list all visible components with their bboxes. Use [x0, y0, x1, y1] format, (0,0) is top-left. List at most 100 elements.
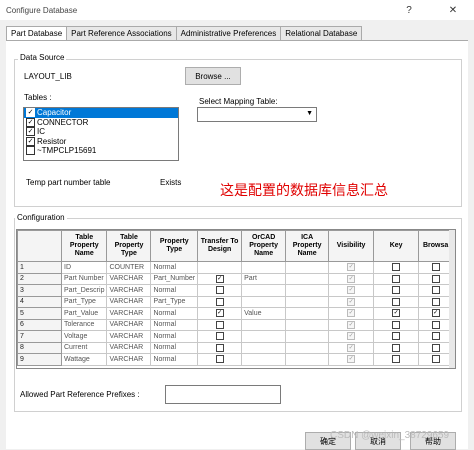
- tab-1[interactable]: Part Reference Associations: [66, 26, 177, 40]
- tables-listbox[interactable]: ✓ Capacitor ✓ CONNECTOR ✓ IC ✓ Resistor ~TMPCLP1…: [23, 107, 179, 161]
- column-header[interactable]: Property Type: [150, 230, 199, 262]
- column-header[interactable]: Visibility: [328, 230, 375, 262]
- table-cell[interactable]: Part: [241, 272, 287, 285]
- browse-button[interactable]: Browse ...: [185, 67, 241, 85]
- table-checkbox[interactable]: ✓: [26, 117, 35, 127]
- help-title-button[interactable]: ?: [396, 0, 422, 20]
- table-cell[interactable]: [418, 353, 454, 366]
- table-cell[interactable]: Normal: [150, 330, 199, 343]
- table-cell[interactable]: ✓: [328, 284, 375, 297]
- table-list-item[interactable]: ✓ Capacitor: [24, 108, 178, 118]
- table-cell[interactable]: [285, 330, 330, 343]
- table-row[interactable]: 2 Part Number VARCHAR Part_Number ✓ Part ✓: [17, 272, 454, 285]
- table-cell[interactable]: [418, 330, 454, 343]
- table-cell[interactable]: ✓: [328, 318, 375, 331]
- grid-checkbox[interactable]: ✓: [347, 343, 356, 352]
- table-cell[interactable]: [418, 318, 454, 331]
- table-cell[interactable]: ✓: [328, 330, 375, 343]
- table-cell[interactable]: [197, 353, 243, 366]
- table-cell[interactable]: [373, 341, 420, 354]
- column-header[interactable]: Key: [373, 230, 420, 262]
- grid-checkbox[interactable]: [215, 355, 224, 364]
- table-cell[interactable]: Part_Type: [60, 295, 108, 308]
- table-cell[interactable]: [197, 341, 243, 354]
- table-cell[interactable]: COUNTER: [106, 261, 152, 274]
- grid-checkbox[interactable]: [392, 263, 401, 272]
- table-cell[interactable]: [285, 295, 330, 308]
- grid-checkbox[interactable]: ✓: [215, 274, 224, 283]
- table-checkbox[interactable]: ✓: [26, 108, 35, 118]
- table-cell[interactable]: VARCHAR: [106, 341, 152, 354]
- grid-checkbox[interactable]: [215, 332, 224, 341]
- table-cell[interactable]: 5: [17, 307, 62, 320]
- table-cell[interactable]: [285, 318, 330, 331]
- table-cell[interactable]: ✓: [197, 307, 243, 320]
- column-header[interactable]: Browsa: [418, 230, 454, 262]
- grid-checkbox[interactable]: [392, 355, 401, 364]
- table-cell[interactable]: ID: [60, 261, 108, 274]
- table-cell[interactable]: Normal: [150, 307, 199, 320]
- table-cell[interactable]: 9: [17, 353, 62, 366]
- table-cell[interactable]: [418, 284, 454, 297]
- table-cell[interactable]: ✓: [328, 353, 375, 366]
- table-cell[interactable]: [418, 272, 454, 285]
- table-cell[interactable]: VARCHAR: [106, 295, 152, 308]
- grid-checkbox[interactable]: [392, 332, 401, 341]
- grid-checkbox[interactable]: [431, 274, 440, 283]
- mapping-table-select[interactable]: ▼: [197, 107, 317, 122]
- table-cell[interactable]: ✓: [328, 295, 375, 308]
- table-row[interactable]: 8 Current VARCHAR Normal ✓: [17, 341, 454, 354]
- table-cell[interactable]: ✓: [328, 261, 375, 274]
- table-checkbox[interactable]: ✓: [26, 136, 35, 146]
- grid-checkbox[interactable]: [431, 332, 440, 341]
- table-list-item[interactable]: ~TMPCLP15691: [24, 146, 178, 156]
- table-cell[interactable]: ✓: [328, 307, 375, 320]
- table-cell[interactable]: [285, 341, 330, 354]
- grid-scrollbar[interactable]: [449, 230, 455, 368]
- table-list-item[interactable]: ✓ CONNECTOR: [24, 117, 178, 128]
- grid-checkbox[interactable]: [431, 297, 440, 306]
- grid-checkbox[interactable]: [392, 297, 401, 306]
- table-cell[interactable]: [241, 341, 287, 354]
- grid-checkbox[interactable]: ✓: [347, 263, 356, 272]
- column-header[interactable]: Table Property Name: [60, 230, 108, 262]
- table-cell[interactable]: [197, 295, 243, 308]
- close-icon[interactable]: ✕: [440, 0, 466, 20]
- table-row[interactable]: 5 Part_Value VARCHAR Normal ✓ Value ✓ ✓ ✓: [17, 307, 454, 320]
- table-cell[interactable]: [241, 261, 287, 274]
- table-cell[interactable]: [285, 272, 330, 285]
- tab-3[interactable]: Relational Database: [280, 26, 363, 40]
- grid-checkbox[interactable]: [392, 343, 401, 352]
- table-cell[interactable]: ✓: [418, 307, 454, 320]
- table-row[interactable]: 7 Voltage VARCHAR Normal ✓: [17, 330, 454, 343]
- grid-checkbox[interactable]: [431, 320, 440, 329]
- table-cell[interactable]: [373, 353, 420, 366]
- table-cell[interactable]: Wattage: [60, 353, 108, 366]
- tab-0[interactable]: Part Database: [6, 26, 68, 41]
- grid-checkbox[interactable]: [431, 343, 440, 352]
- table-cell[interactable]: VARCHAR: [106, 272, 152, 285]
- table-cell[interactable]: [285, 353, 330, 366]
- table-cell[interactable]: Part_Value: [60, 307, 108, 320]
- table-cell[interactable]: [418, 295, 454, 308]
- table-cell[interactable]: Normal: [150, 341, 199, 354]
- table-cell[interactable]: [241, 318, 287, 331]
- table-cell[interactable]: [373, 330, 420, 343]
- table-cell[interactable]: [197, 261, 243, 274]
- grid-checkbox[interactable]: [431, 263, 440, 272]
- column-header[interactable]: [17, 230, 62, 262]
- column-header[interactable]: Transfer To Design: [197, 230, 243, 262]
- table-cell[interactable]: [197, 330, 243, 343]
- table-cell[interactable]: [197, 284, 243, 297]
- table-cell[interactable]: Value: [241, 307, 287, 320]
- table-cell[interactable]: Normal: [150, 353, 199, 366]
- table-cell[interactable]: 8: [17, 341, 62, 354]
- table-cell[interactable]: Normal: [150, 318, 199, 331]
- grid-checkbox[interactable]: [215, 320, 224, 329]
- table-cell[interactable]: [418, 261, 454, 274]
- configuration-grid[interactable]: Table Property Name Table Property Type Pr…: [16, 229, 456, 369]
- table-cell[interactable]: [418, 341, 454, 354]
- grid-checkbox[interactable]: ✓: [431, 309, 440, 318]
- table-cell[interactable]: [241, 330, 287, 343]
- table-cell[interactable]: VARCHAR: [106, 318, 152, 331]
